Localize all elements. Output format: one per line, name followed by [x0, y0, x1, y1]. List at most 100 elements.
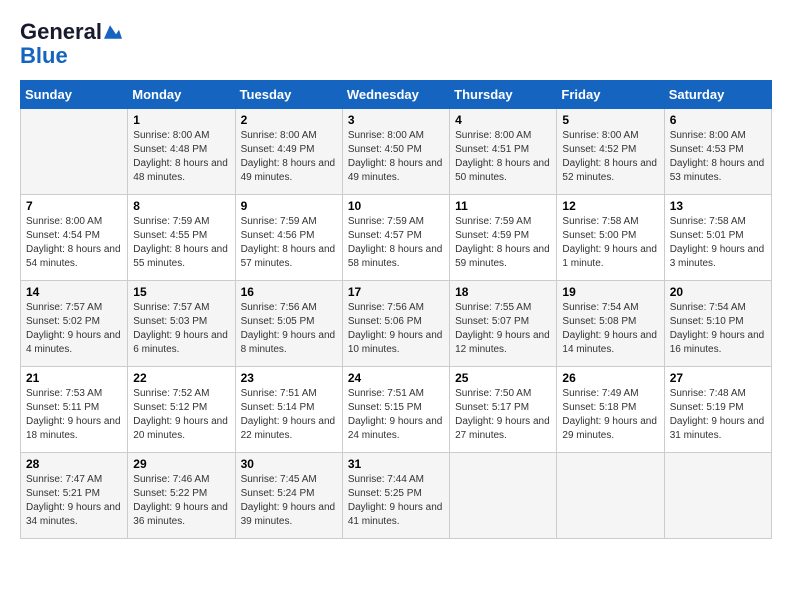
- day-number: 2: [241, 113, 337, 127]
- calendar-cell: 23 Sunrise: 7:51 AMSunset: 5:14 PMDaylig…: [235, 367, 342, 453]
- logo-text-general: General: [20, 20, 102, 44]
- calendar-cell: 13 Sunrise: 7:58 AMSunset: 5:01 PMDaylig…: [664, 195, 771, 281]
- day-info: Sunrise: 7:56 AMSunset: 5:06 PMDaylight:…: [348, 301, 444, 357]
- day-number: 1: [133, 113, 229, 127]
- calendar-cell: 20 Sunrise: 7:54 AMSunset: 5:10 PMDaylig…: [664, 281, 771, 367]
- day-info: Sunrise: 7:59 AMSunset: 4:59 PMDaylight:…: [455, 215, 551, 271]
- weekday-header-saturday: Saturday: [664, 81, 771, 109]
- page-header: General Blue: [20, 20, 772, 68]
- day-info: Sunrise: 7:58 AMSunset: 5:00 PMDaylight:…: [562, 215, 658, 271]
- day-info: Sunrise: 7:54 AMSunset: 5:08 PMDaylight:…: [562, 301, 658, 357]
- day-info: Sunrise: 7:59 AMSunset: 4:57 PMDaylight:…: [348, 215, 444, 271]
- day-info: Sunrise: 7:57 AMSunset: 5:02 PMDaylight:…: [26, 301, 122, 357]
- day-info: Sunrise: 7:49 AMSunset: 5:18 PMDaylight:…: [562, 387, 658, 443]
- calendar-cell: 24 Sunrise: 7:51 AMSunset: 5:15 PMDaylig…: [342, 367, 449, 453]
- day-number: 14: [26, 285, 122, 299]
- day-info: Sunrise: 7:51 AMSunset: 5:14 PMDaylight:…: [241, 387, 337, 443]
- day-number: 5: [562, 113, 658, 127]
- calendar-cell: 18 Sunrise: 7:55 AMSunset: 5:07 PMDaylig…: [450, 281, 557, 367]
- weekday-header-tuesday: Tuesday: [235, 81, 342, 109]
- day-number: 28: [26, 457, 122, 471]
- day-number: 9: [241, 199, 337, 213]
- weekday-header-thursday: Thursday: [450, 81, 557, 109]
- calendar-cell: 16 Sunrise: 7:56 AMSunset: 5:05 PMDaylig…: [235, 281, 342, 367]
- calendar-cell: [450, 453, 557, 539]
- day-number: 10: [348, 199, 444, 213]
- calendar-cell: 22 Sunrise: 7:52 AMSunset: 5:12 PMDaylig…: [128, 367, 235, 453]
- day-info: Sunrise: 8:00 AMSunset: 4:49 PMDaylight:…: [241, 129, 337, 185]
- day-number: 27: [670, 371, 766, 385]
- calendar-cell: 7 Sunrise: 8:00 AMSunset: 4:54 PMDayligh…: [21, 195, 128, 281]
- day-number: 25: [455, 371, 551, 385]
- day-number: 22: [133, 371, 229, 385]
- day-number: 30: [241, 457, 337, 471]
- calendar-cell: 15 Sunrise: 7:57 AMSunset: 5:03 PMDaylig…: [128, 281, 235, 367]
- calendar-cell: 28 Sunrise: 7:47 AMSunset: 5:21 PMDaylig…: [21, 453, 128, 539]
- day-info: Sunrise: 7:54 AMSunset: 5:10 PMDaylight:…: [670, 301, 766, 357]
- calendar-cell: 19 Sunrise: 7:54 AMSunset: 5:08 PMDaylig…: [557, 281, 664, 367]
- day-info: Sunrise: 7:44 AMSunset: 5:25 PMDaylight:…: [348, 473, 444, 529]
- day-number: 18: [455, 285, 551, 299]
- day-number: 13: [670, 199, 766, 213]
- day-info: Sunrise: 7:59 AMSunset: 4:55 PMDaylight:…: [133, 215, 229, 271]
- day-number: 6: [670, 113, 766, 127]
- day-number: 8: [133, 199, 229, 213]
- logo-icon: [104, 23, 122, 41]
- day-info: Sunrise: 8:00 AMSunset: 4:50 PMDaylight:…: [348, 129, 444, 185]
- week-row-1: 1 Sunrise: 8:00 AMSunset: 4:48 PMDayligh…: [21, 109, 772, 195]
- day-info: Sunrise: 7:50 AMSunset: 5:17 PMDaylight:…: [455, 387, 551, 443]
- day-number: 24: [348, 371, 444, 385]
- day-info: Sunrise: 7:55 AMSunset: 5:07 PMDaylight:…: [455, 301, 551, 357]
- day-info: Sunrise: 7:47 AMSunset: 5:21 PMDaylight:…: [26, 473, 122, 529]
- calendar-cell: 25 Sunrise: 7:50 AMSunset: 5:17 PMDaylig…: [450, 367, 557, 453]
- calendar-cell: 9 Sunrise: 7:59 AMSunset: 4:56 PMDayligh…: [235, 195, 342, 281]
- calendar-cell: 4 Sunrise: 8:00 AMSunset: 4:51 PMDayligh…: [450, 109, 557, 195]
- calendar-cell: [557, 453, 664, 539]
- day-number: 11: [455, 199, 551, 213]
- calendar-cell: 31 Sunrise: 7:44 AMSunset: 5:25 PMDaylig…: [342, 453, 449, 539]
- logo-text-blue: Blue: [20, 43, 68, 68]
- calendar-cell: 5 Sunrise: 8:00 AMSunset: 4:52 PMDayligh…: [557, 109, 664, 195]
- calendar-cell: 30 Sunrise: 7:45 AMSunset: 5:24 PMDaylig…: [235, 453, 342, 539]
- day-number: 21: [26, 371, 122, 385]
- week-row-5: 28 Sunrise: 7:47 AMSunset: 5:21 PMDaylig…: [21, 453, 772, 539]
- page-container: General Blue SundayMondayTuesdayWednesda…: [0, 0, 792, 549]
- weekday-header-monday: Monday: [128, 81, 235, 109]
- day-number: 12: [562, 199, 658, 213]
- calendar-cell: [664, 453, 771, 539]
- weekday-header-sunday: Sunday: [21, 81, 128, 109]
- calendar-cell: 3 Sunrise: 8:00 AMSunset: 4:50 PMDayligh…: [342, 109, 449, 195]
- calendar-cell: 11 Sunrise: 7:59 AMSunset: 4:59 PMDaylig…: [450, 195, 557, 281]
- calendar-cell: 8 Sunrise: 7:59 AMSunset: 4:55 PMDayligh…: [128, 195, 235, 281]
- day-number: 4: [455, 113, 551, 127]
- calendar-cell: [21, 109, 128, 195]
- day-number: 31: [348, 457, 444, 471]
- week-row-2: 7 Sunrise: 8:00 AMSunset: 4:54 PMDayligh…: [21, 195, 772, 281]
- calendar-cell: 14 Sunrise: 7:57 AMSunset: 5:02 PMDaylig…: [21, 281, 128, 367]
- day-number: 15: [133, 285, 229, 299]
- calendar-table: SundayMondayTuesdayWednesdayThursdayFrid…: [20, 80, 772, 539]
- day-info: Sunrise: 7:58 AMSunset: 5:01 PMDaylight:…: [670, 215, 766, 271]
- day-info: Sunrise: 7:48 AMSunset: 5:19 PMDaylight:…: [670, 387, 766, 443]
- day-info: Sunrise: 8:00 AMSunset: 4:51 PMDaylight:…: [455, 129, 551, 185]
- calendar-cell: 27 Sunrise: 7:48 AMSunset: 5:19 PMDaylig…: [664, 367, 771, 453]
- calendar-header-row: SundayMondayTuesdayWednesdayThursdayFrid…: [21, 81, 772, 109]
- week-row-4: 21 Sunrise: 7:53 AMSunset: 5:11 PMDaylig…: [21, 367, 772, 453]
- day-number: 23: [241, 371, 337, 385]
- day-number: 7: [26, 199, 122, 213]
- day-info: Sunrise: 7:59 AMSunset: 4:56 PMDaylight:…: [241, 215, 337, 271]
- day-info: Sunrise: 7:45 AMSunset: 5:24 PMDaylight:…: [241, 473, 337, 529]
- calendar-cell: 2 Sunrise: 8:00 AMSunset: 4:49 PMDayligh…: [235, 109, 342, 195]
- day-number: 26: [562, 371, 658, 385]
- calendar-cell: 6 Sunrise: 8:00 AMSunset: 4:53 PMDayligh…: [664, 109, 771, 195]
- day-number: 19: [562, 285, 658, 299]
- day-info: Sunrise: 7:53 AMSunset: 5:11 PMDaylight:…: [26, 387, 122, 443]
- calendar-cell: 26 Sunrise: 7:49 AMSunset: 5:18 PMDaylig…: [557, 367, 664, 453]
- day-number: 16: [241, 285, 337, 299]
- calendar-cell: 17 Sunrise: 7:56 AMSunset: 5:06 PMDaylig…: [342, 281, 449, 367]
- day-number: 20: [670, 285, 766, 299]
- day-info: Sunrise: 7:57 AMSunset: 5:03 PMDaylight:…: [133, 301, 229, 357]
- day-info: Sunrise: 7:46 AMSunset: 5:22 PMDaylight:…: [133, 473, 229, 529]
- day-info: Sunrise: 7:51 AMSunset: 5:15 PMDaylight:…: [348, 387, 444, 443]
- day-info: Sunrise: 7:52 AMSunset: 5:12 PMDaylight:…: [133, 387, 229, 443]
